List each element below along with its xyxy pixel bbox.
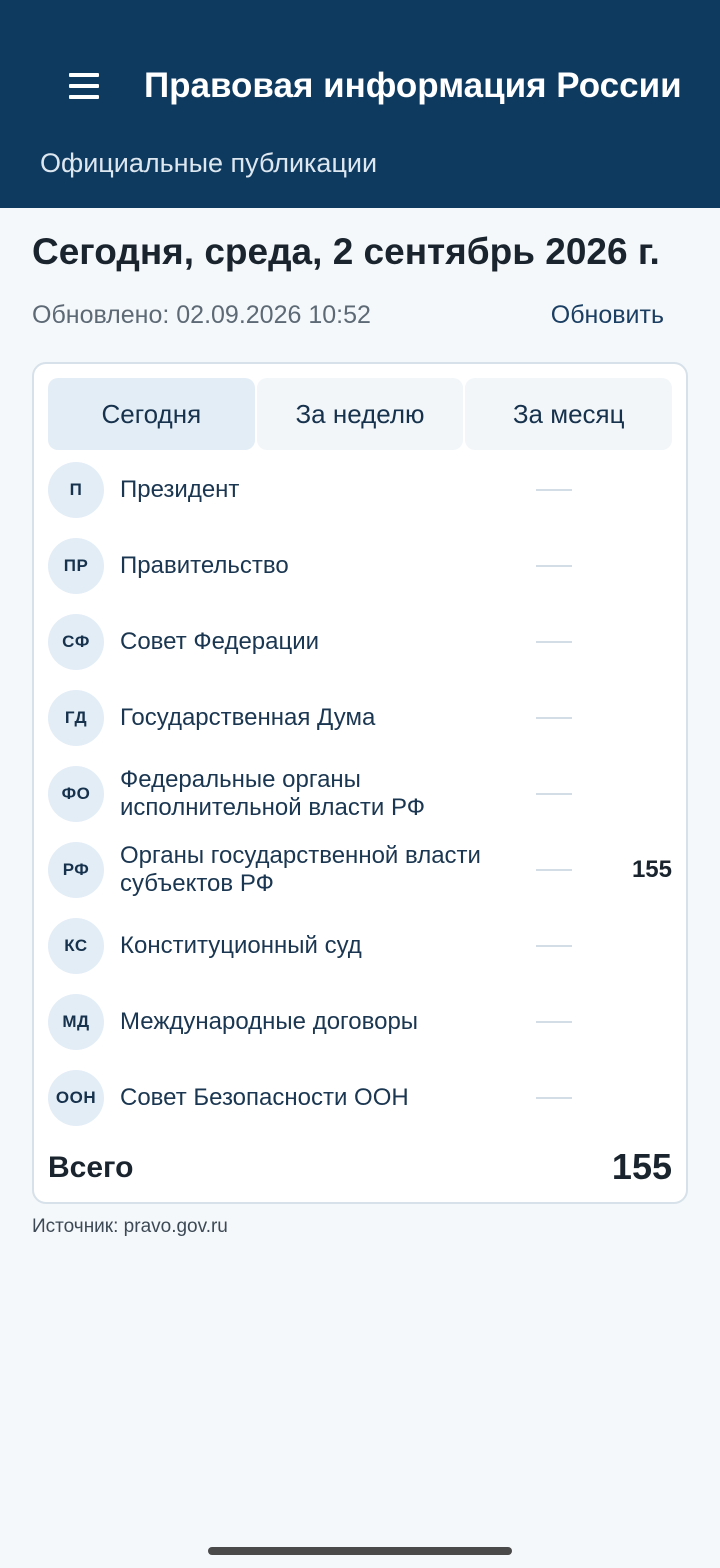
app-subtitle: Официальные публикации — [40, 148, 378, 178]
publications-card: Сегодня За неделю За месяц П Президент П… — [32, 362, 688, 1204]
list-item-state-duma[interactable]: ГД Государственная Дума — [48, 680, 672, 756]
refresh-button[interactable]: Обновить — [551, 298, 664, 332]
list-item-un-security-council[interactable]: ООН Совет Безопасности ООН — [48, 1060, 672, 1136]
authority-badge: ФО — [48, 766, 104, 822]
authority-badge: СФ — [48, 614, 104, 670]
authority-label: Совет Федерации — [120, 628, 320, 655]
publication-list: П Президент ПР Правительство СФ Совет Фе… — [48, 452, 672, 1136]
sparkline-dash — [536, 489, 572, 491]
authority-label: Органы государственной власти субъектов … — [120, 842, 481, 897]
list-item-constitutional-court[interactable]: КС Конституционный суд — [48, 908, 672, 984]
hamburger-menu-icon[interactable] — [62, 66, 106, 106]
authority-label: Президент — [120, 476, 240, 503]
authority-badge: РФ — [48, 842, 104, 898]
authority-badge: ПР — [48, 538, 104, 594]
sparkline-dash — [536, 945, 572, 947]
sparkline-dash — [536, 717, 572, 719]
authority-badge: КС — [48, 918, 104, 974]
list-item-regional-authorities[interactable]: РФ Органы государственной власти субъект… — [48, 832, 672, 908]
authority-label: Международные договоры — [120, 1008, 419, 1035]
home-indicator[interactable] — [208, 1547, 512, 1555]
app-title: Правовая информация России — [144, 66, 682, 105]
authority-label: Государственная Дума — [120, 704, 376, 731]
authority-label: Правительство — [120, 552, 289, 579]
source-note: Источник: pravo.gov.ru — [32, 1216, 228, 1237]
sparkline-dash — [536, 641, 572, 643]
list-item-federation-council[interactable]: СФ Совет Федерации — [48, 604, 672, 680]
authority-badge: МД — [48, 994, 104, 1050]
sparkline-dash — [536, 793, 572, 795]
sparkline-dash — [536, 869, 572, 871]
list-item-president[interactable]: П Президент — [48, 452, 672, 528]
sparkline-dash — [536, 565, 572, 567]
sparkline-dash — [536, 1021, 572, 1023]
app-bar: Правовая информация России Официальные п… — [0, 0, 720, 208]
list-item-federal-executive[interactable]: ФО Федеральные органы исполнительной вла… — [48, 756, 672, 832]
total-label: Всего — [48, 1151, 134, 1184]
authority-badge: ГД — [48, 690, 104, 746]
tab-month[interactable]: За месяц — [465, 378, 673, 450]
tab-today[interactable]: Сегодня — [48, 378, 255, 450]
authority-label: Конституционный суд — [120, 932, 362, 959]
publication-count: 155 — [631, 856, 672, 883]
updated-timestamp: Обновлено: 02.09.2026 10:52 — [32, 301, 371, 329]
authority-label: Федеральные органы исполнительной власти… — [120, 766, 425, 821]
authority-badge: П — [48, 462, 104, 518]
date-heading: Сегодня, среда, 2 сентябрь 2026 г. — [32, 231, 660, 272]
list-item-international-treaties[interactable]: МД Международные договоры — [48, 984, 672, 1060]
sparkline-dash — [536, 1097, 572, 1099]
total-value: 155 — [611, 1146, 672, 1187]
list-item-government[interactable]: ПР Правительство — [48, 528, 672, 604]
tab-week[interactable]: За неделю — [256, 378, 464, 450]
authority-badge: ООН — [48, 1070, 104, 1126]
authority-label: Совет Безопасности ООН — [120, 1084, 409, 1111]
period-tabs: Сегодня За неделю За месяц — [48, 378, 673, 450]
